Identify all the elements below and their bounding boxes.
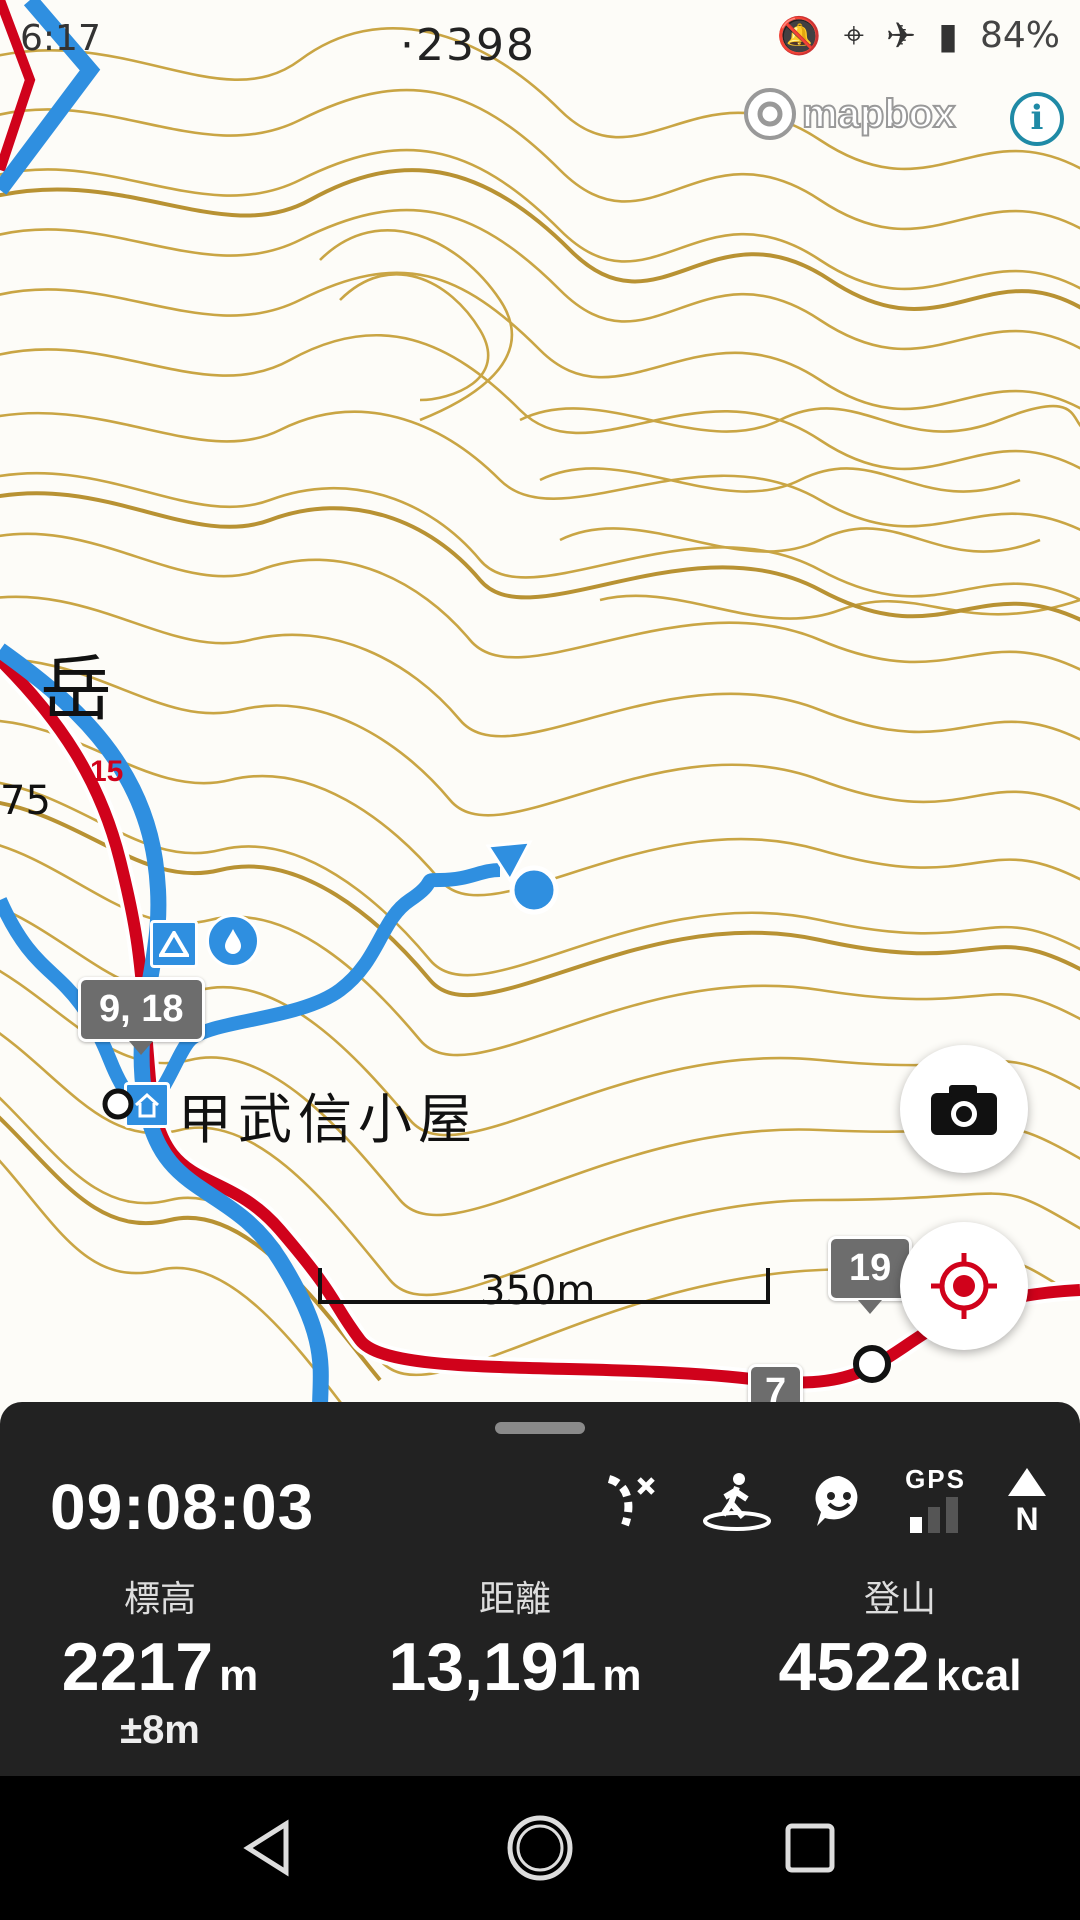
distance-value: 13,191 (388, 1629, 597, 1705)
stat-elevation: 標高 2217 m ±8m (40, 1570, 280, 1753)
peak-elevation-label: 75 (0, 778, 51, 824)
elapsed-clock: 09:08:03 (50, 1471, 315, 1543)
svg-text:N: N (1015, 1501, 1038, 1534)
battery-level: 84% (979, 15, 1060, 56)
locate-me-button[interactable] (900, 1222, 1028, 1350)
gps-signal[interactable]: GPS (905, 1464, 966, 1535)
camp-icon[interactable] (150, 920, 198, 968)
waypoint-marker-hut[interactable] (100, 1086, 136, 1122)
calories-value: 4522 (778, 1629, 930, 1705)
distance-unit: m (602, 1651, 642, 1700)
status-bar: 6:17 🔕 ⌖ ✈ ▮ 84% (0, 0, 1080, 80)
elevation-value: 2217 (61, 1629, 214, 1705)
distance-label: 距離 (478, 1579, 551, 1620)
status-time: 6:17 (20, 18, 101, 59)
current-location-icon (485, 840, 559, 915)
compass-north-icon[interactable]: N (1004, 1466, 1050, 1534)
system-nav-bar (0, 1776, 1080, 1920)
stat-calories: 登山 4522 kcal (760, 1570, 1040, 1706)
gps-label: GPS (905, 1464, 966, 1494)
mapbox-text: mapbox (801, 91, 956, 137)
camera-icon (931, 1085, 997, 1135)
drag-handle[interactable] (495, 1422, 585, 1434)
waypoint-bubble-9-18[interactable]: 9, 18 (78, 977, 205, 1055)
home-icon[interactable] (505, 1813, 575, 1883)
hiker-icon[interactable] (701, 1469, 773, 1531)
elevation-unit: m (219, 1651, 259, 1700)
hut-name-label: 甲武信小屋 (178, 1088, 478, 1151)
recents-icon[interactable] (782, 1820, 838, 1876)
calories-label: 登山 (863, 1579, 936, 1620)
tracking-panel[interactable]: 09:08:03 GPS N 標高 2217 m ±8m 距離 13,191 m 登… (0, 1402, 1080, 1776)
calories-unit: kcal (935, 1651, 1022, 1700)
camera-button[interactable] (900, 1045, 1028, 1173)
location-icon: ⌖ (843, 14, 864, 55)
scale-label: 350m (480, 1268, 596, 1314)
waypoint-marker-19[interactable] (850, 1342, 894, 1386)
elevation-label: 標高 (123, 1579, 196, 1620)
mapbox-icon (744, 88, 796, 140)
mapbox-logo[interactable]: mapbox (742, 86, 956, 142)
elevation-marker: ·2398 (400, 20, 536, 71)
elevation-accuracy: ±8m (120, 1708, 200, 1752)
route-number-label: 15 (90, 755, 124, 788)
off-route-icon[interactable] (601, 1469, 663, 1531)
info-button[interactable]: i (1010, 92, 1064, 146)
battery-icon: ▮ (938, 14, 958, 56)
stat-distance: 距離 13,191 m (370, 1570, 660, 1706)
mute-icon: 🔕 (776, 14, 822, 56)
map-view[interactable]: 6:17 🔕 ⌖ ✈ ▮ 84% ·2398 mapbox i 岳 75 15 … (0, 0, 1080, 1410)
crosshair-icon (931, 1253, 997, 1319)
peak-name-label: 岳 (40, 647, 113, 731)
back-icon[interactable] (238, 1818, 298, 1878)
chat-icon[interactable] (811, 1472, 867, 1528)
airplane-icon: ✈ (886, 14, 917, 56)
signal-bars-icon (909, 1497, 958, 1533)
water-icon[interactable] (206, 914, 260, 968)
routes-overlay (0, 0, 1080, 1410)
